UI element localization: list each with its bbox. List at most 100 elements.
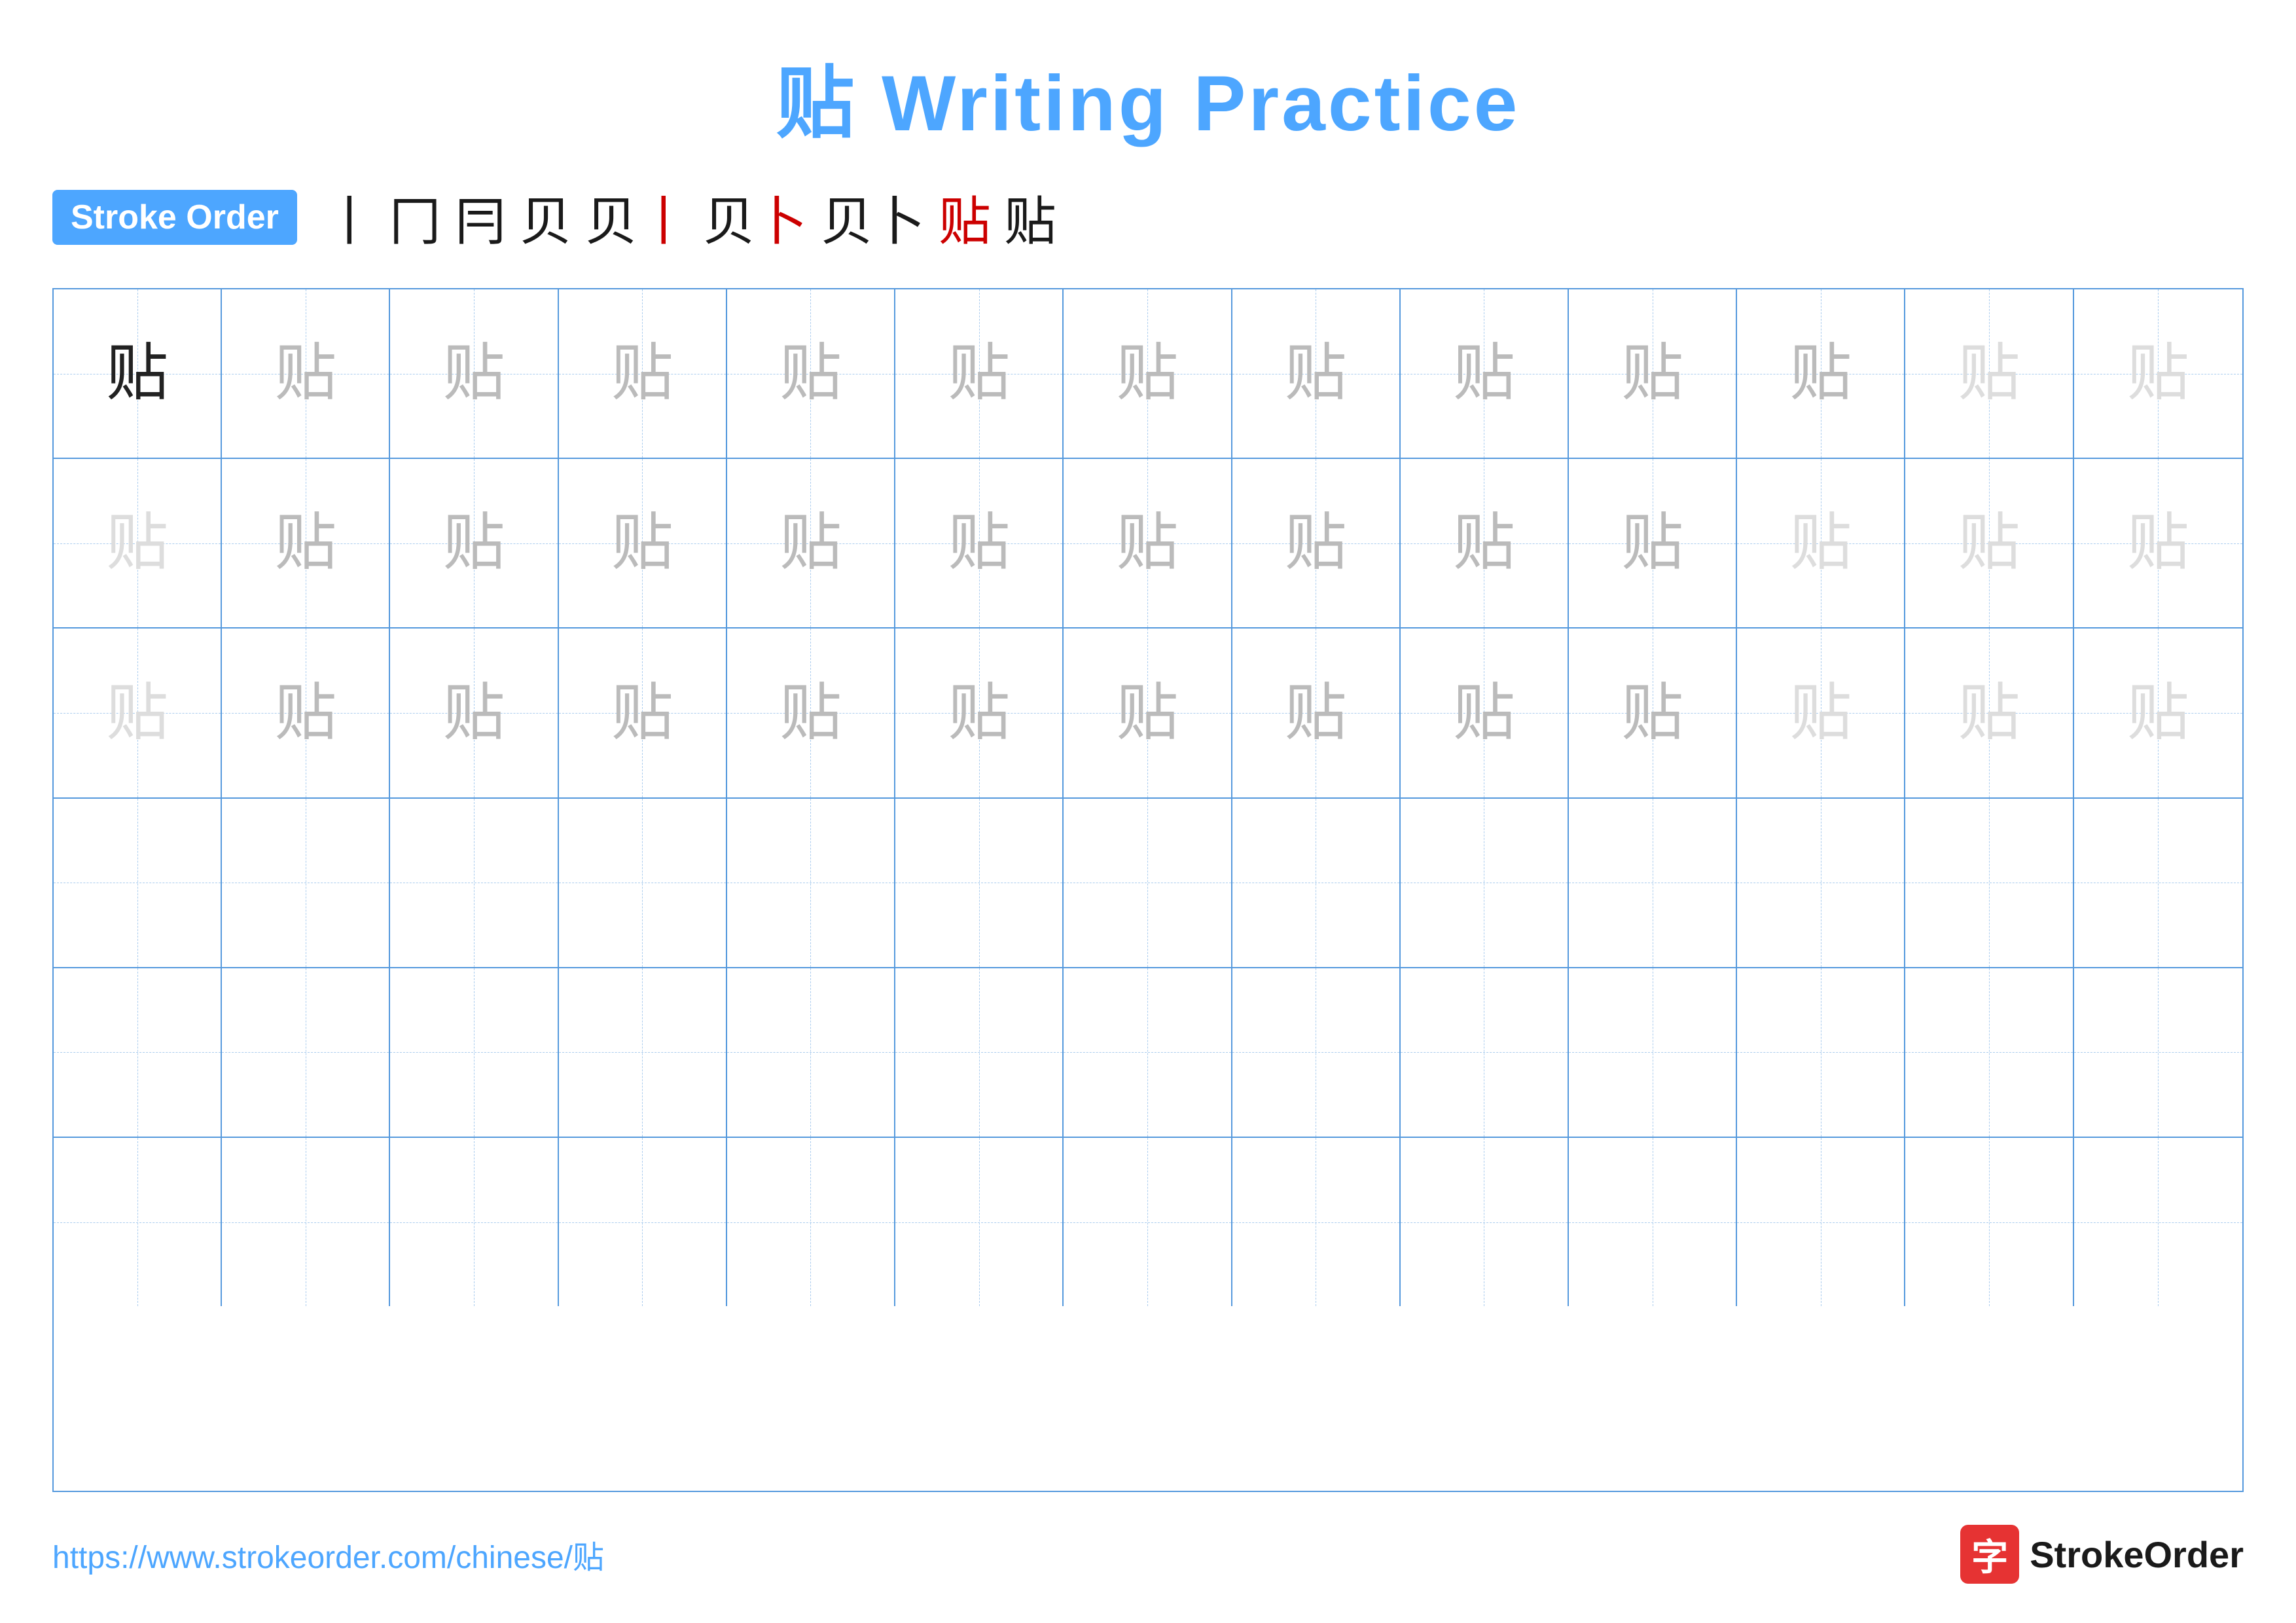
grid-cell-empty — [390, 1138, 558, 1306]
grid-cell-empty — [1737, 1138, 1905, 1306]
grid-cell: 贴 — [1569, 459, 1737, 627]
grid-cell: 贴 — [1064, 289, 1232, 458]
grid-cell-empty — [1232, 968, 1401, 1137]
footer-url[interactable]: https://www.strokeorder.com/chinese/贴 — [52, 1531, 604, 1577]
page-container: 贴 Writing Practice Stroke Order 丨 冂 冃 贝 … — [0, 0, 2296, 1623]
stroke-step-1: 丨 — [323, 179, 376, 255]
stroke-step-2: 冂 — [389, 179, 441, 255]
grid-cell: 贴 — [1737, 289, 1905, 458]
grid-cell: 贴 — [1905, 459, 2073, 627]
grid-cell: 贴 — [390, 289, 558, 458]
grid-cell-empty — [1905, 968, 2073, 1137]
grid-row-5-empty — [54, 968, 2242, 1138]
grid-cell: 贴 — [1232, 629, 1401, 797]
grid-cell: 贴 — [895, 629, 1064, 797]
stroke-order-badge: Stroke Order — [52, 190, 297, 245]
grid-cell: 贴 — [2074, 459, 2242, 627]
grid-cell-empty — [222, 799, 390, 967]
grid-row-1: 贴 贴 贴 贴 贴 贴 贴 贴 贴 贴 贴 贴 贴 — [54, 289, 2242, 459]
grid-cell-empty — [895, 968, 1064, 1137]
grid-cell: 贴 — [1232, 459, 1401, 627]
grid-cell: 贴 — [1569, 629, 1737, 797]
stroke-step-4: 贝 — [520, 179, 572, 255]
grid-cell: 贴 — [54, 289, 222, 458]
grid-cell: 贴 — [1737, 629, 1905, 797]
grid-cell: 贴 — [1905, 289, 2073, 458]
grid-cell: 贴 — [390, 629, 558, 797]
grid-cell-empty — [895, 1138, 1064, 1306]
grid-cell-empty — [1905, 799, 2073, 967]
stroke-step-3: 冃 — [454, 179, 507, 255]
grid-cell: 贴 — [559, 289, 727, 458]
grid-cell-empty — [222, 1138, 390, 1306]
grid-cell-empty — [1064, 799, 1232, 967]
grid-cell: 贴 — [895, 289, 1064, 458]
grid-cell-empty — [1232, 1138, 1401, 1306]
grid-cell-empty — [390, 968, 558, 1137]
grid-cell-empty — [559, 1138, 727, 1306]
grid-cell: 贴 — [390, 459, 558, 627]
grid-cell: 贴 — [54, 459, 222, 627]
grid-cell: 贴 — [559, 459, 727, 627]
strokeorder-logo-icon: 字 — [1960, 1525, 2019, 1584]
grid-cell-empty — [1401, 1138, 1569, 1306]
stroke-step-9: 贴 — [1004, 179, 1056, 255]
grid-cell-empty — [1905, 1138, 2073, 1306]
grid-cell-empty — [54, 799, 222, 967]
grid-cell: 贴 — [222, 289, 390, 458]
grid-cell-empty — [1232, 799, 1401, 967]
grid-cell: 贴 — [54, 629, 222, 797]
grid-cell-empty — [1569, 1138, 1737, 1306]
grid-cell-empty — [559, 799, 727, 967]
grid-cell-empty — [1569, 799, 1737, 967]
stroke-step-7: 贝卜 — [821, 179, 925, 255]
grid-cell: 贴 — [222, 629, 390, 797]
grid-cell: 贴 — [1401, 459, 1569, 627]
grid-cell-empty — [1401, 968, 1569, 1137]
grid-row-4-empty — [54, 799, 2242, 968]
grid-cell: 贴 — [1232, 289, 1401, 458]
grid-cell-empty — [1401, 799, 1569, 967]
grid-cell-empty — [54, 1138, 222, 1306]
grid-cell-empty — [2074, 968, 2242, 1137]
footer-logo: 字 StrokeOrder — [1960, 1525, 2244, 1584]
practice-grid: 贴 贴 贴 贴 贴 贴 贴 贴 贴 贴 贴 贴 贴 贴 贴 贴 贴 贴 贴 贴 … — [52, 288, 2244, 1492]
stroke-step-8: 贴 — [939, 179, 991, 255]
stroke-order-row: Stroke Order 丨 冂 冃 贝 贝丨 贝卜 贝卜 贴 贴 — [52, 179, 2244, 255]
grid-cell: 贴 — [727, 629, 895, 797]
page-title: 贴 Writing Practice — [776, 39, 1520, 153]
title-chinese: 贴 — [776, 60, 857, 147]
grid-cell: 贴 — [895, 459, 1064, 627]
grid-cell: 贴 — [727, 289, 895, 458]
grid-row-2: 贴 贴 贴 贴 贴 贴 贴 贴 贴 贴 贴 贴 贴 — [54, 459, 2242, 629]
grid-cell: 贴 — [1401, 289, 1569, 458]
grid-cell-empty — [54, 968, 222, 1137]
grid-cell-empty — [390, 799, 558, 967]
grid-cell: 贴 — [1064, 629, 1232, 797]
grid-cell-empty — [1737, 799, 1905, 967]
grid-cell-empty — [2074, 1138, 2242, 1306]
grid-cell-empty — [1737, 968, 1905, 1137]
grid-cell-empty — [2074, 799, 2242, 967]
strokeorder-logo-text: StrokeOrder — [2030, 1533, 2244, 1576]
grid-cell-empty — [1569, 968, 1737, 1137]
grid-cell-empty — [727, 799, 895, 967]
grid-cell-empty — [727, 968, 895, 1137]
title-english: Writing Practice — [882, 60, 1520, 147]
grid-cell-empty — [1064, 1138, 1232, 1306]
grid-row-3: 贴 贴 贴 贴 贴 贴 贴 贴 贴 贴 贴 贴 贴 — [54, 629, 2242, 798]
grid-cell: 贴 — [1569, 289, 1737, 458]
grid-cell-empty — [222, 968, 390, 1137]
stroke-step-5: 贝丨 — [585, 179, 690, 255]
grid-cell-empty — [727, 1138, 895, 1306]
grid-cell: 贴 — [1737, 459, 1905, 627]
stroke-step-6: 贝卜 — [703, 179, 808, 255]
grid-cell: 贴 — [1401, 629, 1569, 797]
grid-cell-empty — [559, 968, 727, 1137]
footer: https://www.strokeorder.com/chinese/贴 字 … — [52, 1525, 2244, 1584]
stroke-sequence: 丨 冂 冃 贝 贝丨 贝卜 贝卜 贴 贴 — [323, 179, 1056, 255]
grid-cell-empty — [1064, 968, 1232, 1137]
grid-cell: 贴 — [727, 459, 895, 627]
grid-cell: 贴 — [1905, 629, 2073, 797]
grid-cell: 贴 — [2074, 629, 2242, 797]
